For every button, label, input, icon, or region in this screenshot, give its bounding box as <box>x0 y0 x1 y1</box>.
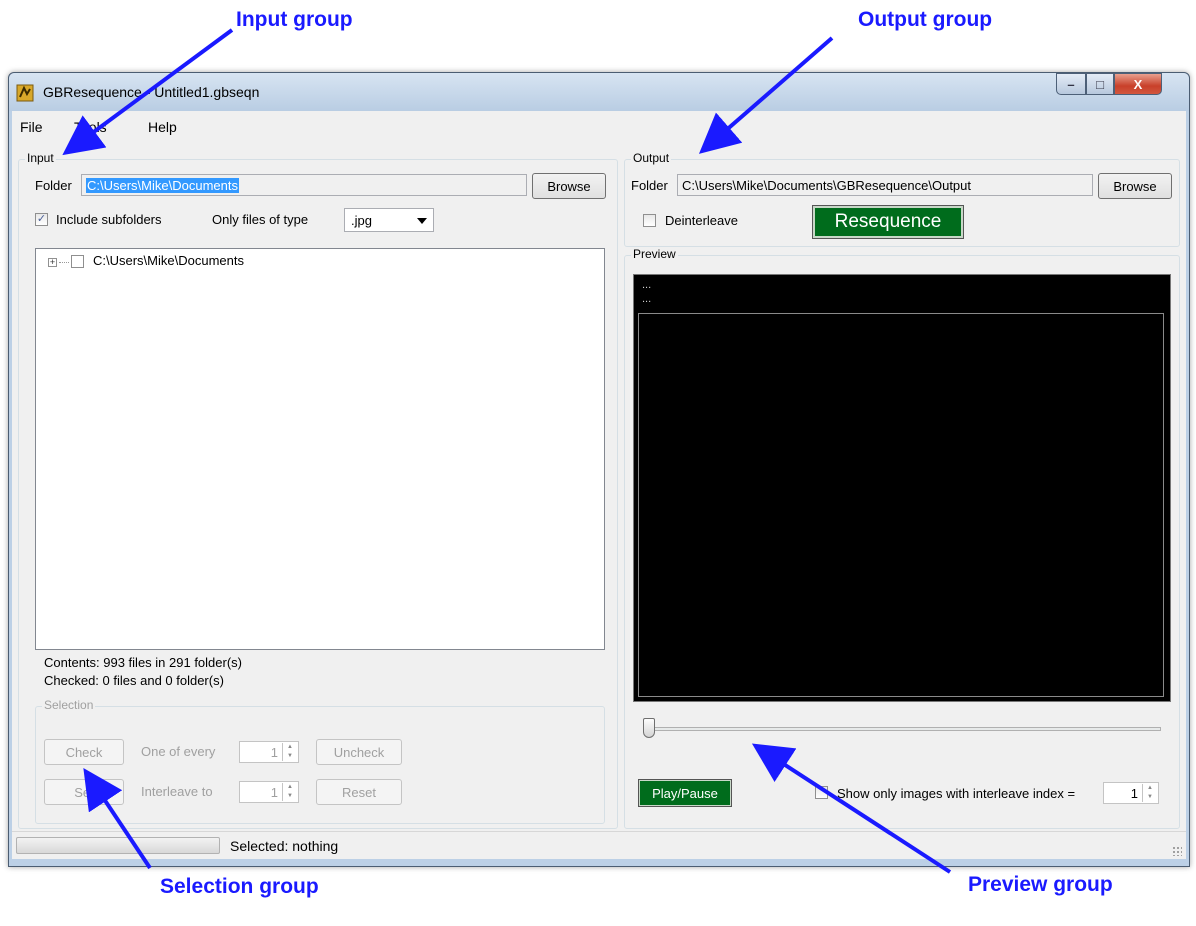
input-folder-label: Folder <box>35 178 72 193</box>
deinterleave-checkbox[interactable] <box>643 214 656 227</box>
resize-grip-icon[interactable] <box>1172 846 1182 856</box>
resequence-button[interactable]: Resequence <box>812 205 964 239</box>
preview-group: Preview ... ... Play/Pause Show only ima… <box>624 247 1180 829</box>
status-bar: Selected: nothing <box>12 831 1186 859</box>
show-only-checkbox[interactable] <box>815 786 828 799</box>
input-browse-button[interactable]: Browse <box>532 173 606 199</box>
show-only-label: Show only images with interleave index = <box>837 786 1076 801</box>
menu-bar: File Tools Help <box>12 111 1186 144</box>
input-folder-field[interactable]: C:\Users\Mike\Documents <box>81 174 527 196</box>
check-button[interactable]: Check <box>44 739 124 765</box>
folder-tree[interactable]: + C:\Users\Mike\Documents <box>35 248 605 650</box>
tree-connector <box>59 262 69 263</box>
play-pause-button[interactable]: Play/Pause <box>638 779 732 807</box>
output-group-legend: Output <box>631 151 672 165</box>
app-icon <box>16 84 34 102</box>
app-window: GBResequence - Untitled1.gbseqn – □ X Fi… <box>8 72 1190 867</box>
status-text: Selected: nothing <box>230 838 339 854</box>
preview-slider-track[interactable] <box>643 727 1161 731</box>
only-files-label: Only files of type <box>212 212 309 227</box>
uncheck-button[interactable]: Uncheck <box>316 739 402 765</box>
selection-group-callout: Selection group <box>160 875 319 898</box>
tree-root-label[interactable]: C:\Users\Mike\Documents <box>93 253 244 268</box>
output-browse-button[interactable]: Browse <box>1098 173 1172 199</box>
include-subfolders-label: Include subfolders <box>56 212 162 227</box>
interleave-index-value: 1 <box>1130 786 1138 801</box>
preview-image <box>638 313 1164 697</box>
reset-button[interactable]: Reset <box>316 779 402 805</box>
file-type-value: .jpg <box>351 213 372 228</box>
deinterleave-label: Deinterleave <box>665 213 738 228</box>
checked-summary: Checked: 0 files and 0 folder(s) <box>44 673 224 688</box>
chevron-down-icon <box>417 218 427 224</box>
set-button[interactable]: Set <box>44 779 124 805</box>
preview-panel: ... ... <box>633 274 1171 702</box>
one-of-every-spinner[interactable]: 1 ▲ ▼ <box>239 741 299 763</box>
one-of-every-value: 1 <box>270 745 278 760</box>
preview-info-line-2: ... <box>642 293 652 305</box>
spin-arrows-icon[interactable]: ▲ ▼ <box>282 783 297 801</box>
interleave-to-label: Interleave to <box>141 784 213 799</box>
interleave-to-spinner[interactable]: 1 ▲ ▼ <box>239 781 299 803</box>
include-subfolders-checkbox[interactable]: ✓ <box>35 213 48 226</box>
minimize-button[interactable]: – <box>1056 73 1086 95</box>
selection-group: Selection Check One of every 1 ▲ ▼ Unchec… <box>35 698 605 824</box>
interleave-index-spinner[interactable]: 1 ▲ ▼ <box>1103 782 1159 804</box>
status-progress-bar <box>16 837 220 854</box>
output-folder-label: Folder <box>631 178 668 193</box>
file-type-select[interactable]: .jpg <box>344 208 434 232</box>
output-group: Output Folder C:\Users\Mike\Documents\GB… <box>624 151 1180 247</box>
spin-arrows-icon[interactable]: ▲ ▼ <box>282 743 297 761</box>
input-folder-value: C:\Users\Mike\Documents <box>86 178 239 193</box>
preview-slider-thumb[interactable] <box>643 718 655 738</box>
close-button[interactable]: X <box>1114 73 1162 95</box>
maximize-button[interactable]: □ <box>1086 73 1114 95</box>
output-folder-field[interactable]: C:\Users\Mike\Documents\GBResequence\Out… <box>677 174 1093 196</box>
output-folder-value: C:\Users\Mike\Documents\GBResequence\Out… <box>682 178 972 193</box>
output-group-callout: Output group <box>858 8 993 31</box>
interleave-to-value: 1 <box>270 785 278 800</box>
preview-info-line-1: ... <box>642 279 652 291</box>
tree-root-checkbox[interactable] <box>71 255 84 268</box>
input-group-callout: Input group <box>236 8 353 31</box>
one-of-every-label: One of every <box>141 744 216 759</box>
input-group-legend: Input <box>25 151 56 165</box>
preview-group-callout: Preview group <box>968 873 1113 896</box>
client-area: File Tools Help Input Folder C:\Users\Mi… <box>12 111 1186 859</box>
menu-help[interactable]: Help <box>148 119 177 135</box>
title-bar[interactable]: GBResequence - Untitled1.gbseqn – □ X <box>9 73 1189 111</box>
menu-tools[interactable]: Tools <box>74 119 107 135</box>
menu-file[interactable]: File <box>20 119 43 135</box>
window-title: GBResequence - Untitled1.gbseqn <box>43 84 260 100</box>
selection-group-legend: Selection <box>42 698 96 712</box>
spin-arrows-icon[interactable]: ▲ ▼ <box>1142 784 1157 802</box>
input-group: Input Folder C:\Users\Mike\Documents Bro… <box>18 151 618 829</box>
preview-group-legend: Preview <box>631 247 678 261</box>
contents-summary: Contents: 993 files in 291 folder(s) <box>44 655 242 670</box>
expand-plus-icon[interactable]: + <box>48 258 57 267</box>
